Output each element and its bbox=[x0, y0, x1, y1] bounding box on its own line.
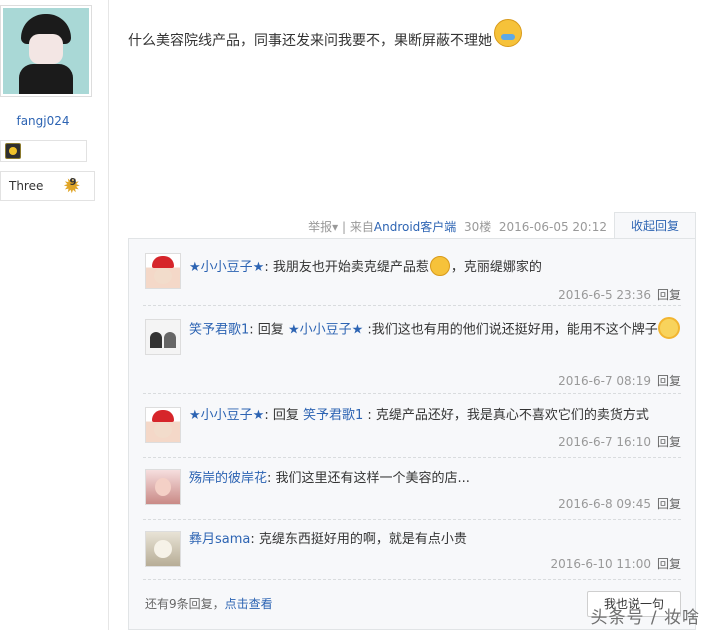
more-replies-count: 还有9条回复， bbox=[145, 597, 225, 611]
reply-time: 2016-6-8 09:45 bbox=[558, 497, 651, 511]
reply-text: ★小小豆子★: 回复 笑予君歌1 : 克缇产品还好，我是真心不喜欢它们的卖货方式 bbox=[189, 408, 649, 423]
reply-time: 2016-6-7 16:10 bbox=[558, 435, 651, 449]
reply-username[interactable]: 彝月sama bbox=[189, 532, 250, 547]
reply-avatar[interactable] bbox=[145, 531, 181, 567]
post-content: 什么美容院线产品，同事还发来问我要不，果断屏蔽不理她 bbox=[128, 19, 522, 55]
reply-message: 克缇东西挺好用的啊，就是有点小贵 bbox=[254, 532, 467, 547]
flower-icon bbox=[657, 317, 680, 339]
from-prefix: 来自 bbox=[349, 220, 374, 234]
reply-text: 彝月sama: 克缇东西挺好用的啊，就是有点小贵 bbox=[189, 532, 467, 547]
reply-avatar[interactable] bbox=[145, 469, 181, 505]
username-link[interactable]: fangj024 bbox=[0, 114, 86, 128]
post-meta-bar: 举报▾ | 来自Android客户端 30楼 2016-06-05 20:12 … bbox=[128, 212, 696, 239]
level-label: Three bbox=[9, 179, 44, 193]
post-meta: 举报▾ | 来自Android客户端 30楼 2016-06-05 20:12 bbox=[308, 218, 607, 235]
badge-icon[interactable] bbox=[5, 143, 21, 159]
reply-username[interactable]: 笑予君歌1 bbox=[189, 323, 249, 338]
reply-item: ★小小豆子★: 我朋友也开始卖克缇产品惹 ，克丽缇娜家的 2016-6-5 23:… bbox=[143, 247, 681, 306]
reply-time: 2016-6-5 23:36 bbox=[558, 288, 651, 302]
more-replies: 还有9条回复，点击查看 bbox=[145, 595, 273, 612]
reply-item: 彝月sama: 克缇东西挺好用的啊，就是有点小贵 2016-6-10 11:00… bbox=[143, 519, 681, 580]
reply-message-tail: ，克丽缇娜家的 bbox=[450, 260, 542, 275]
reply-text: 殇岸的彼岸花: 我们这里还有这样一个美容的店... bbox=[189, 471, 470, 486]
reply-avatar[interactable] bbox=[145, 253, 181, 289]
reply-meta: 2016-6-5 23:36 回复 bbox=[558, 286, 681, 303]
reply-button[interactable]: 回复 bbox=[657, 288, 681, 302]
collapse-replies-button[interactable]: 收起回复 bbox=[614, 212, 696, 239]
reply-avatar[interactable] bbox=[145, 407, 181, 443]
client-link[interactable]: Android客户端 bbox=[374, 220, 456, 234]
floor-number: 30楼 bbox=[463, 220, 492, 234]
reply-item: 笑予君歌1: 回复 ★小小豆子★ :我们这也有用的他们说还挺好用，能用不这个牌子… bbox=[143, 305, 681, 394]
reply-button[interactable]: 回复 bbox=[657, 557, 681, 571]
reply-button[interactable]: 回复 bbox=[657, 497, 681, 511]
reply-button[interactable]: 回复 bbox=[657, 435, 681, 449]
post-datetime: 2016-06-05 20:12 bbox=[498, 220, 607, 234]
angry-face-icon bbox=[494, 19, 522, 47]
reply-meta: 2016-6-10 11:00 回复 bbox=[550, 555, 681, 572]
reply-meta: 2016-6-7 16:10 回复 bbox=[558, 433, 681, 450]
reply-button[interactable]: 回复 bbox=[657, 374, 681, 388]
reply-message: 我们这也有用的他们说还挺好用，能用不这个牌子 bbox=[371, 322, 658, 338]
reply-avatar[interactable] bbox=[145, 319, 181, 355]
reply-message: 我朋友也开始卖克缇产品惹 bbox=[268, 260, 429, 275]
meta-separator: | bbox=[338, 220, 350, 234]
reply-list: ★小小豆子★: 我朋友也开始卖克缇产品惹 ，克丽缇娜家的 2016-6-5 23:… bbox=[128, 238, 696, 630]
reply-text: ★小小豆子★: 我朋友也开始卖克缇产品惹 ，克丽缇娜家的 bbox=[189, 255, 681, 279]
reply-time: 2016-6-7 08:19 bbox=[558, 374, 651, 388]
reply-username[interactable]: ★小小豆子★ bbox=[189, 408, 264, 423]
avatar-image bbox=[3, 8, 89, 94]
level-row: Three ✹ 9 bbox=[0, 171, 95, 201]
user-avatar[interactable] bbox=[0, 5, 92, 97]
reply-message: 我们这里还有这样一个美容的店... bbox=[271, 471, 470, 486]
reply-to-username[interactable]: ★小小豆子★ bbox=[288, 323, 363, 338]
reply-message: 克缇产品还好，我是真心不喜欢它们的卖货方式 bbox=[371, 408, 649, 423]
view-more-link[interactable]: 点击查看 bbox=[225, 597, 273, 611]
reply-item: 殇岸的彼岸花: 我们这里还有这样一个美容的店... 2016-6-8 09:45… bbox=[143, 457, 681, 520]
reply-meta: 2016-6-8 09:45 回复 bbox=[558, 495, 681, 512]
post-text: 什么美容院线产品，同事还发来问我要不，果断屏蔽不理她 bbox=[128, 33, 492, 49]
reply-username[interactable]: ★小小豆子★ bbox=[189, 260, 264, 275]
reply-time: 2016-6-10 11:00 bbox=[550, 557, 651, 571]
watermark: 头条号 / 妆啥 bbox=[590, 608, 700, 628]
level-number: 9 bbox=[69, 177, 77, 188]
reply-username[interactable]: 殇岸的彼岸花 bbox=[189, 471, 267, 486]
reply-text: 笑予君歌1: 回复 ★小小豆子★ :我们这也有用的他们说还挺好用，能用不这个牌子 bbox=[189, 317, 681, 342]
reply-meta: 2016-6-7 08:19 回复 bbox=[558, 372, 681, 389]
reply-item: ★小小豆子★: 回复 笑予君歌1 : 克缇产品还好，我是真心不喜欢它们的卖货方式… bbox=[143, 393, 681, 458]
badge-row bbox=[0, 140, 87, 162]
reply-to-username[interactable]: 笑予君歌1 bbox=[303, 408, 363, 423]
report-link[interactable]: 举报▾ bbox=[308, 220, 338, 234]
user-sidebar: fangj024 Three ✹ 9 bbox=[0, 0, 109, 630]
sweat-face-icon bbox=[429, 255, 450, 276]
